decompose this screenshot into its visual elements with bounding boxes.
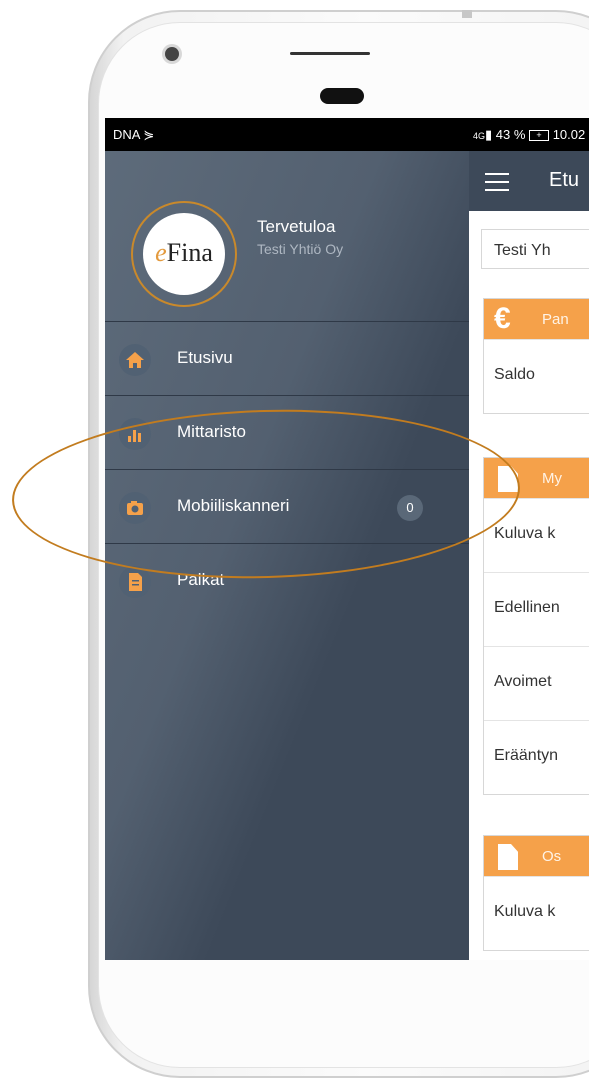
card-header: € Pan [484,299,589,339]
card-row[interactable]: Saldo [484,339,589,413]
carrier-label: DNA ⋟ [113,127,155,142]
clock: 10.02 [552,127,586,142]
card-row[interactable]: Kuluva k [484,498,589,572]
phone-screen: DNA ⋟ 4G▮ 43 % + 10.02 Etu Testi Yh € Pa… [105,118,589,960]
sidebar-item-label: Mittaristo [177,422,246,441]
battery-icon: + [529,130,550,142]
stage: DNA ⋟ 4G▮ 43 % + 10.02 Etu Testi Yh € Pa… [0,0,589,1085]
sidebar-item-mittaristo[interactable]: Mittaristo [105,395,469,469]
signal-icon: ▮ [485,127,493,142]
document-icon [119,566,151,598]
balance-card: € Pan Saldo [483,298,589,414]
card-header-label: Os [542,848,562,865]
nfc-icon: ⋟ [143,127,155,142]
sidebar-item-palkat[interactable]: Palkat [105,543,469,617]
document-icon [498,466,518,492]
card-header: My [484,458,589,498]
avatar[interactable]: eFina [131,201,237,307]
card-header: Os [484,836,589,876]
bar-chart-icon [119,418,151,450]
network-type: 4G [473,131,486,141]
status-right: 4G▮ 43 % + 10.02 [473,127,585,143]
navigation-drawer: eFina Tervetuloa Testi Yhtiö Oy Etusivu … [105,151,469,960]
euro-icon: € [494,302,511,335]
sales-card: My Kuluva k Edellinen Avoimet Erääntyn [483,457,589,795]
sidebar-item-mobiiliskanneri[interactable]: Mobiiliskanneri 0 [105,469,469,543]
page-title: Etu [549,169,580,191]
sidebar-item-label: Etusivu [177,348,233,367]
welcome-text: Tervetuloa [257,217,336,236]
proximity-sensor [320,88,364,104]
home-icon [119,344,151,376]
card-row[interactable]: Kuluva k [484,876,589,950]
front-camera-icon [165,47,179,61]
card-row[interactable]: Edellinen [484,572,589,646]
speaker-grille [290,52,370,55]
drawer-menu: Etusivu Mittaristo Mobiiliskanneri 0 Pal… [105,321,469,617]
sidebar-item-label: Mobiiliskanneri [177,496,290,515]
count-badge: 0 [397,495,423,521]
logo: eFina [143,213,225,295]
status-bar: DNA ⋟ 4G▮ 43 % + 10.02 [105,118,589,151]
main-content: Testi Yh € Pan Saldo My Kuluva k Edellin… [469,211,589,960]
battery-level: 43 % [495,127,526,142]
company-name: Testi Yhtiö Oy [257,241,344,257]
camera-icon [119,492,151,524]
company-select[interactable]: Testi Yh [481,229,589,269]
card-header-label: My [542,470,562,487]
phone-button [462,10,472,18]
sidebar-item-etusivu[interactable]: Etusivu [105,321,469,395]
card-header-label: Pan [542,311,569,328]
card-row[interactable]: Avoimet [484,646,589,720]
document-icon [498,844,518,870]
app-bar: Etu [469,151,589,211]
sidebar-item-label: Palkat [177,570,225,589]
card-row[interactable]: Erääntyn [484,720,589,794]
purchases-card: Os Kuluva k [483,835,589,951]
menu-icon[interactable] [485,173,509,191]
efina-logo: eFina [155,238,213,267]
